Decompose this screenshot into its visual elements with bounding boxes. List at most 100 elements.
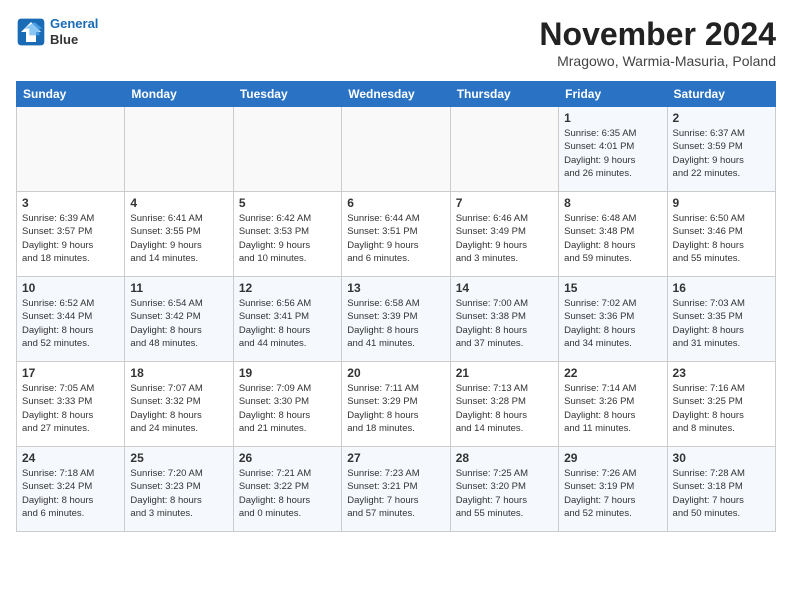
calendar-table: SundayMondayTuesdayWednesdayThursdayFrid… [16, 81, 776, 532]
calendar-week-row: 10 Sunrise: 6:52 AM Sunset: 3:44 PM Dayli… [17, 277, 776, 362]
calendar-day-8: 8 Sunrise: 6:48 AM Sunset: 3:48 PM Daylig… [559, 192, 667, 277]
calendar-day-empty [17, 107, 125, 192]
day-number: 4 [130, 196, 227, 210]
calendar-day-empty [233, 107, 341, 192]
calendar-day-28: 28 Sunrise: 7:25 AM Sunset: 3:20 PM Dayli… [450, 447, 558, 532]
day-info: Sunrise: 7:28 AM Sunset: 3:18 PM Dayligh… [673, 467, 770, 520]
day-number: 17 [22, 366, 119, 380]
calendar-day-24: 24 Sunrise: 7:18 AM Sunset: 3:24 PM Dayli… [17, 447, 125, 532]
day-number: 30 [673, 451, 770, 465]
day-info: Sunrise: 6:39 AM Sunset: 3:57 PM Dayligh… [22, 212, 119, 265]
day-info: Sunrise: 6:54 AM Sunset: 3:42 PM Dayligh… [130, 297, 227, 350]
day-number: 26 [239, 451, 336, 465]
day-info: Sunrise: 6:42 AM Sunset: 3:53 PM Dayligh… [239, 212, 336, 265]
day-number: 14 [456, 281, 553, 295]
day-number: 23 [673, 366, 770, 380]
day-number: 13 [347, 281, 444, 295]
calendar-day-2: 2 Sunrise: 6:37 AM Sunset: 3:59 PM Daylig… [667, 107, 775, 192]
day-number: 15 [564, 281, 661, 295]
calendar-day-4: 4 Sunrise: 6:41 AM Sunset: 3:55 PM Daylig… [125, 192, 233, 277]
day-info: Sunrise: 7:25 AM Sunset: 3:20 PM Dayligh… [456, 467, 553, 520]
calendar-day-27: 27 Sunrise: 7:23 AM Sunset: 3:21 PM Dayli… [342, 447, 450, 532]
day-number: 19 [239, 366, 336, 380]
calendar-day-9: 9Sunrise: 6:50 AM Sunset: 3:46 PM Daylig… [667, 192, 775, 277]
day-number: 27 [347, 451, 444, 465]
day-info: Sunrise: 6:44 AM Sunset: 3:51 PM Dayligh… [347, 212, 444, 265]
logo: General Blue [16, 16, 98, 47]
day-info: Sunrise: 6:56 AM Sunset: 3:41 PM Dayligh… [239, 297, 336, 350]
day-info: Sunrise: 7:21 AM Sunset: 3:22 PM Dayligh… [239, 467, 336, 520]
day-number: 5 [239, 196, 336, 210]
calendar-day-6: 6Sunrise: 6:44 AM Sunset: 3:51 PM Daylig… [342, 192, 450, 277]
day-number: 20 [347, 366, 444, 380]
day-info: Sunrise: 7:23 AM Sunset: 3:21 PM Dayligh… [347, 467, 444, 520]
month-title: November 2024 [539, 16, 776, 53]
weekday-header-tuesday: Tuesday [233, 82, 341, 107]
day-info: Sunrise: 7:11 AM Sunset: 3:29 PM Dayligh… [347, 382, 444, 435]
day-number: 24 [22, 451, 119, 465]
logo-icon [16, 17, 46, 47]
weekday-header-monday: Monday [125, 82, 233, 107]
calendar-day-10: 10 Sunrise: 6:52 AM Sunset: 3:44 PM Dayli… [17, 277, 125, 362]
calendar-day-22: 22 Sunrise: 7:14 AM Sunset: 3:26 PM Dayli… [559, 362, 667, 447]
day-info: Sunrise: 7:16 AM Sunset: 3:25 PM Dayligh… [673, 382, 770, 435]
calendar-day-23: 23 Sunrise: 7:16 AM Sunset: 3:25 PM Dayli… [667, 362, 775, 447]
day-info: Sunrise: 7:13 AM Sunset: 3:28 PM Dayligh… [456, 382, 553, 435]
calendar-day-empty [125, 107, 233, 192]
calendar-day-25: 25 Sunrise: 7:20 AM Sunset: 3:23 PM Dayli… [125, 447, 233, 532]
calendar-day-14: 14 Sunrise: 7:00 AM Sunset: 3:38 PM Dayli… [450, 277, 558, 362]
calendar-day-26: 26 Sunrise: 7:21 AM Sunset: 3:22 PM Dayli… [233, 447, 341, 532]
calendar-week-row: 1Sunrise: 6:35 AM Sunset: 4:01 PM Daylig… [17, 107, 776, 192]
day-number: 11 [130, 281, 227, 295]
day-info: Sunrise: 7:09 AM Sunset: 3:30 PM Dayligh… [239, 382, 336, 435]
day-info: Sunrise: 7:00 AM Sunset: 3:38 PM Dayligh… [456, 297, 553, 350]
day-info: Sunrise: 7:07 AM Sunset: 3:32 PM Dayligh… [130, 382, 227, 435]
day-info: Sunrise: 7:05 AM Sunset: 3:33 PM Dayligh… [22, 382, 119, 435]
title-block: November 2024 Mragowo, Warmia-Masuria, P… [539, 16, 776, 69]
calendar-day-5: 5 Sunrise: 6:42 AM Sunset: 3:53 PM Daylig… [233, 192, 341, 277]
day-info: Sunrise: 6:50 AM Sunset: 3:46 PM Dayligh… [673, 212, 770, 265]
weekday-header-thursday: Thursday [450, 82, 558, 107]
calendar-day-29: 29 Sunrise: 7:26 AM Sunset: 3:19 PM Dayli… [559, 447, 667, 532]
calendar-body: 1Sunrise: 6:35 AM Sunset: 4:01 PM Daylig… [17, 107, 776, 532]
calendar-week-row: 17 Sunrise: 7:05 AM Sunset: 3:33 PM Dayli… [17, 362, 776, 447]
day-number: 28 [456, 451, 553, 465]
day-number: 10 [22, 281, 119, 295]
weekday-header-saturday: Saturday [667, 82, 775, 107]
day-number: 2 [673, 111, 770, 125]
location: Mragowo, Warmia-Masuria, Poland [539, 53, 776, 69]
day-info: Sunrise: 6:58 AM Sunset: 3:39 PM Dayligh… [347, 297, 444, 350]
day-number: 3 [22, 196, 119, 210]
calendar-day-20: 20 Sunrise: 7:11 AM Sunset: 3:29 PM Dayli… [342, 362, 450, 447]
day-number: 21 [456, 366, 553, 380]
day-number: 7 [456, 196, 553, 210]
day-number: 8 [564, 196, 661, 210]
day-number: 25 [130, 451, 227, 465]
day-info: Sunrise: 6:37 AM Sunset: 3:59 PM Dayligh… [673, 127, 770, 180]
day-info: Sunrise: 6:41 AM Sunset: 3:55 PM Dayligh… [130, 212, 227, 265]
day-info: Sunrise: 6:52 AM Sunset: 3:44 PM Dayligh… [22, 297, 119, 350]
day-info: Sunrise: 7:26 AM Sunset: 3:19 PM Dayligh… [564, 467, 661, 520]
logo-text: General Blue [50, 16, 98, 47]
day-info: Sunrise: 7:14 AM Sunset: 3:26 PM Dayligh… [564, 382, 661, 435]
calendar-day-17: 17 Sunrise: 7:05 AM Sunset: 3:33 PM Dayli… [17, 362, 125, 447]
weekday-header-friday: Friday [559, 82, 667, 107]
calendar-day-empty [450, 107, 558, 192]
day-info: Sunrise: 7:20 AM Sunset: 3:23 PM Dayligh… [130, 467, 227, 520]
calendar-day-12: 12Sunrise: 6:56 AM Sunset: 3:41 PM Dayli… [233, 277, 341, 362]
calendar-day-18: 18 Sunrise: 7:07 AM Sunset: 3:32 PM Dayli… [125, 362, 233, 447]
calendar-day-19: 19 Sunrise: 7:09 AM Sunset: 3:30 PM Dayli… [233, 362, 341, 447]
day-number: 22 [564, 366, 661, 380]
page-header: General Blue November 2024 Mragowo, Warm… [16, 16, 776, 69]
calendar-day-16: 16Sunrise: 7:03 AM Sunset: 3:35 PM Dayli… [667, 277, 775, 362]
calendar-week-row: 3 Sunrise: 6:39 AM Sunset: 3:57 PM Daylig… [17, 192, 776, 277]
day-info: Sunrise: 7:18 AM Sunset: 3:24 PM Dayligh… [22, 467, 119, 520]
calendar-day-11: 11 Sunrise: 6:54 AM Sunset: 3:42 PM Dayli… [125, 277, 233, 362]
day-number: 18 [130, 366, 227, 380]
day-number: 29 [564, 451, 661, 465]
calendar-day-3: 3 Sunrise: 6:39 AM Sunset: 3:57 PM Daylig… [17, 192, 125, 277]
calendar-day-21: 21 Sunrise: 7:13 AM Sunset: 3:28 PM Dayli… [450, 362, 558, 447]
day-info: Sunrise: 6:48 AM Sunset: 3:48 PM Dayligh… [564, 212, 661, 265]
calendar-week-row: 24 Sunrise: 7:18 AM Sunset: 3:24 PM Dayli… [17, 447, 776, 532]
day-info: Sunrise: 7:02 AM Sunset: 3:36 PM Dayligh… [564, 297, 661, 350]
